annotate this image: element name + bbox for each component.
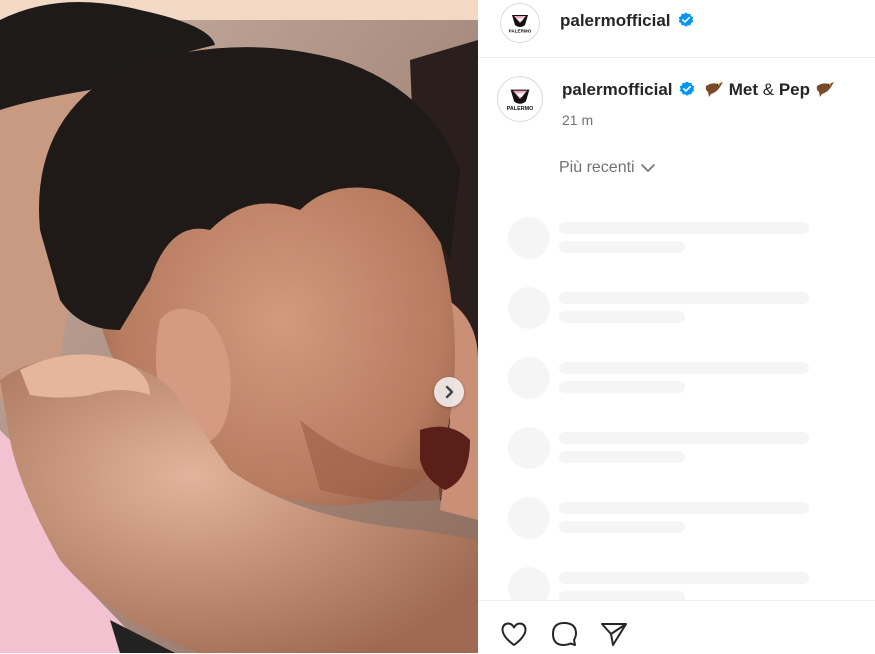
- verified-badge-icon: [679, 12, 694, 27]
- post-caption: palermofficial Met & Pep: [562, 80, 835, 100]
- like-button[interactable]: [498, 618, 530, 650]
- chevron-down-icon: [640, 164, 655, 172]
- comment-skeleton: [508, 287, 809, 329]
- comment-skeleton: [508, 427, 809, 469]
- comment-skeleton: [508, 497, 809, 539]
- comment-button[interactable]: [548, 618, 580, 650]
- action-bar: [478, 600, 875, 654]
- comment-skeleton: [508, 357, 809, 399]
- eagle-emoji-icon: [705, 82, 724, 97]
- next-image-button[interactable]: [434, 377, 464, 407]
- heart-icon: [501, 622, 527, 646]
- comment-bubble-icon: [552, 622, 577, 646]
- eagle-emoji-icon: [816, 82, 834, 97]
- post-details-panel: PALERMO palermofficial PALERMO palermoff…: [478, 0, 875, 654]
- comments-sort-dropdown[interactable]: Più recenti: [559, 159, 655, 177]
- header-username[interactable]: palermofficial: [560, 11, 694, 31]
- comment-skeleton: [508, 217, 809, 259]
- paper-plane-icon: [601, 623, 627, 646]
- avatar[interactable]: PALERMO: [500, 3, 540, 43]
- chevron-right-icon: [445, 385, 454, 399]
- svg-text:PALERMO: PALERMO: [507, 106, 534, 112]
- caption-avatar[interactable]: PALERMO: [497, 76, 543, 122]
- palermo-logo-icon: PALERMO: [504, 7, 536, 39]
- caption-text-amp: &: [762, 80, 775, 99]
- verified-badge-icon: [680, 81, 695, 96]
- svg-text:PALERMO: PALERMO: [509, 29, 532, 34]
- palermo-logo-icon: PALERMO: [501, 80, 539, 118]
- post-header: PALERMO palermofficial: [478, 0, 875, 58]
- caption-text-met: Met: [728, 80, 759, 99]
- comments-sort-label: Più recenti: [559, 159, 635, 176]
- post-photo: [0, 0, 478, 653]
- post-timestamp[interactable]: 21 m: [562, 112, 593, 128]
- post-image[interactable]: [0, 0, 478, 653]
- share-button[interactable]: [598, 618, 630, 650]
- caption-username[interactable]: palermofficial: [562, 80, 673, 99]
- username-text[interactable]: palermofficial: [560, 11, 671, 30]
- caption-text-pep: Pep: [778, 80, 811, 99]
